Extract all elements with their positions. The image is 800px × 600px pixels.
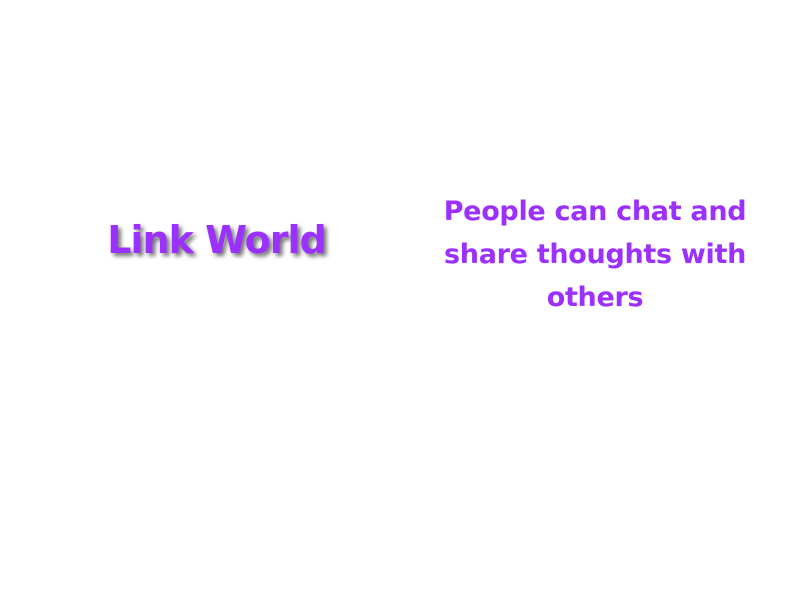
brand-tagline: People can chat and share thoughts with … <box>443 196 747 313</box>
landing-page: Link World People can chat and share tho… <box>0 0 800 600</box>
brand-logo-text: Link World <box>107 218 326 262</box>
